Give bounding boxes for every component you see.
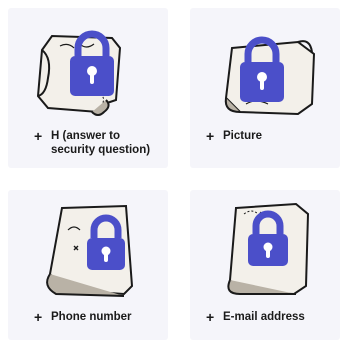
plus-icon: + [206,128,215,144]
option-card-phone-number[interactable]: + Phone number [8,190,168,340]
option-label-picture: + Picture [206,128,262,144]
plus-icon: + [34,128,43,144]
treasure-map-illustration [36,30,122,116]
option-card-picture[interactable]: + Picture [190,8,340,168]
option-label-security-question: + H (answer to security question) [34,128,151,156]
plus-icon: + [34,309,43,325]
security-options-grid: + H (answer to security question) + Pict… [0,0,348,349]
treasure-map-illustration [46,204,134,297]
option-label-phone-number: + Phone number [34,309,132,325]
treasure-map-illustration [227,202,310,296]
option-card-email-address[interactable]: + E-mail address [190,190,340,340]
treasure-map-illustration [224,36,316,116]
option-label-email-address: + E-mail address [206,309,305,325]
option-card-security-question[interactable]: + H (answer to security question) [8,8,168,168]
plus-icon: + [206,309,215,325]
